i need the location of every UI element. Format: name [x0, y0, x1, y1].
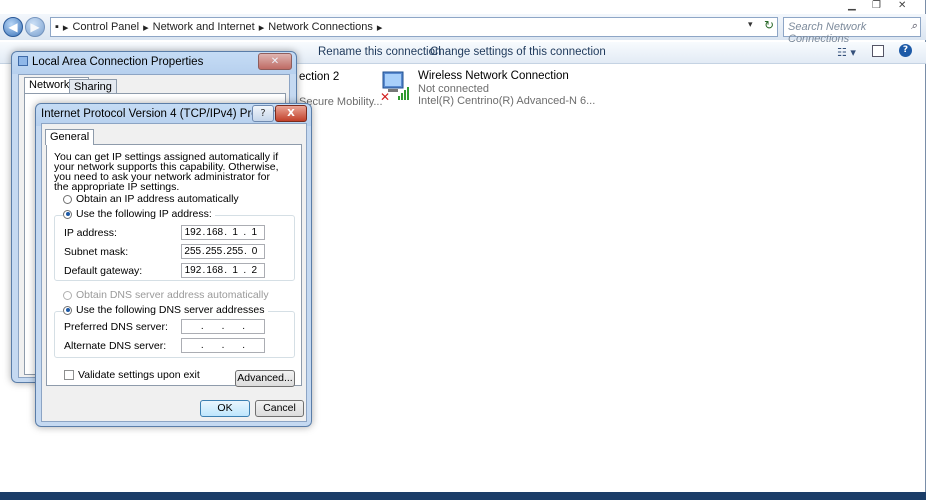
wireless-network-icon[interactable]: ✕ — [380, 70, 410, 104]
intro-text: You can get IP settings assigned automat… — [54, 151, 279, 193]
refresh-icon[interactable]: ↻ — [764, 18, 774, 32]
gw-octet: 192 — [184, 265, 202, 276]
close-window-button[interactable]: ✕ — [898, 0, 906, 12]
help-icon[interactable]: ? — [899, 44, 912, 57]
radio-obtain-dns-label: Obtain DNS server address automatically — [76, 289, 269, 301]
wireless-connection-title[interactable]: Wireless Network Connection — [418, 70, 569, 82]
mask-octet: 255 — [184, 246, 202, 257]
radio-use-ip-label: Use the following IP address: — [76, 208, 212, 220]
validate-settings-label: Validate settings upon exit — [78, 369, 200, 381]
radio-dot — [63, 194, 72, 204]
control-panel-icon: ▪ — [55, 21, 59, 33]
gw-octet: 1 — [232, 265, 238, 276]
maximize-button[interactable]: ❐ — [872, 0, 881, 12]
ok-button[interactable]: OK — [200, 400, 250, 417]
validate-settings-checkbox[interactable]: Validate settings upon exit — [64, 369, 200, 381]
network-icon — [18, 56, 28, 66]
radio-obtain-ip-auto[interactable]: Obtain an IP address automatically — [63, 193, 239, 205]
ip-octet: 1 — [251, 227, 258, 238]
chevron-down-icon[interactable]: ▾ — [748, 20, 753, 30]
advanced-button[interactable]: Advanced... — [235, 370, 295, 387]
breadcrumb-network-connections[interactable]: Network Connections — [268, 21, 373, 33]
rename-connection-button[interactable]: Rename this connection — [318, 46, 441, 58]
lan-dialog-title: Local Area Connection Properties — [32, 56, 204, 68]
cancel-button[interactable]: Cancel — [255, 400, 304, 417]
subnet-mask-label: Subnet mask: — [64, 246, 129, 258]
search-icon[interactable]: ⌕ — [911, 20, 917, 33]
gw-octet: 2 — [251, 265, 258, 276]
preferred-dns-field[interactable]: ... — [181, 319, 265, 334]
radio-use-dns[interactable]: Use the following DNS server addresses — [63, 304, 268, 316]
connection-2-title[interactable]: ection 2 — [299, 71, 339, 83]
tab-general[interactable]: General — [45, 129, 95, 145]
radio-use-ip[interactable]: Use the following IP address: — [63, 208, 215, 220]
alternate-dns-field[interactable]: ... — [181, 338, 265, 353]
close-button[interactable]: X — [275, 105, 307, 122]
mask-octet: 255 — [226, 246, 244, 257]
radio-obtain-ip-label: Obtain an IP address automatically — [76, 193, 239, 205]
forward-arrow-icon[interactable]: ▶ — [25, 17, 45, 37]
lan-close-button[interactable]: ✕ — [258, 53, 292, 70]
view-options-icon[interactable]: ☷ ▾ — [837, 46, 856, 59]
back-arrow-icon[interactable]: ◀ — [3, 17, 23, 37]
ip-address-field[interactable]: 192. 168. 1. 1 — [181, 225, 265, 240]
chevron-right-icon: ▸ — [258, 21, 265, 34]
radio-dot-selected — [63, 305, 72, 315]
wireless-connection-adapter: Intel(R) Centrino(R) Advanced-N 6... — [418, 95, 596, 107]
svg-text:✕: ✕ — [380, 90, 390, 102]
search-input[interactable]: Search Network Connections ⌕ — [783, 17, 921, 45]
radio-dot-selected — [63, 209, 72, 219]
taskbar — [0, 492, 926, 500]
change-settings-button[interactable]: Change settings of this connection — [430, 46, 606, 58]
ip-octet: 1 — [232, 227, 238, 238]
breadcrumb-control-panel[interactable]: Control Panel — [72, 21, 139, 33]
wireless-connection-status: Not connected — [418, 83, 489, 95]
chevron-right-icon: ▸ — [143, 21, 149, 34]
default-gateway-field[interactable]: 192. 168. 1. 2 — [181, 263, 265, 278]
radio-dot — [63, 290, 72, 300]
chevron-right-icon: ▸ — [62, 21, 69, 34]
ip-octet: 192 — [184, 227, 202, 238]
alternate-dns-label: Alternate DNS server: — [64, 340, 167, 352]
chevron-right-icon: ▸ — [376, 21, 383, 34]
gw-octet: 168 — [206, 265, 224, 276]
mask-octet: 255 — [205, 246, 223, 257]
ipv4-dialog-body: General You can get IP settings assigned… — [41, 123, 307, 422]
preferred-dns-label: Preferred DNS server: — [64, 321, 168, 333]
address-bar[interactable]: ▪ ▸ Control Panel ▸ Network and Internet… — [50, 17, 778, 37]
minimize-button[interactable]: ▁ — [848, 0, 856, 12]
general-panel: You can get IP settings assigned automat… — [46, 144, 302, 387]
preview-pane-icon[interactable] — [872, 45, 884, 57]
radio-use-dns-label: Use the following DNS server addresses — [76, 304, 265, 316]
checkbox-box — [64, 370, 74, 380]
ip-octet: 168 — [206, 227, 224, 238]
ipv4-properties-dialog: Internet Protocol Version 4 (TCP/IPv4) P… — [35, 103, 312, 427]
radio-obtain-dns-auto[interactable]: Obtain DNS server address automatically — [63, 289, 269, 301]
breadcrumb-network-internet[interactable]: Network and Internet — [153, 21, 255, 33]
subnet-mask-field[interactable]: 255. 255. 255. 0 — [181, 244, 265, 259]
help-button[interactable]: ? — [252, 105, 274, 122]
default-gateway-label: Default gateway: — [64, 265, 143, 277]
ip-address-label: IP address: — [64, 227, 117, 239]
mask-octet: 0 — [251, 246, 258, 257]
